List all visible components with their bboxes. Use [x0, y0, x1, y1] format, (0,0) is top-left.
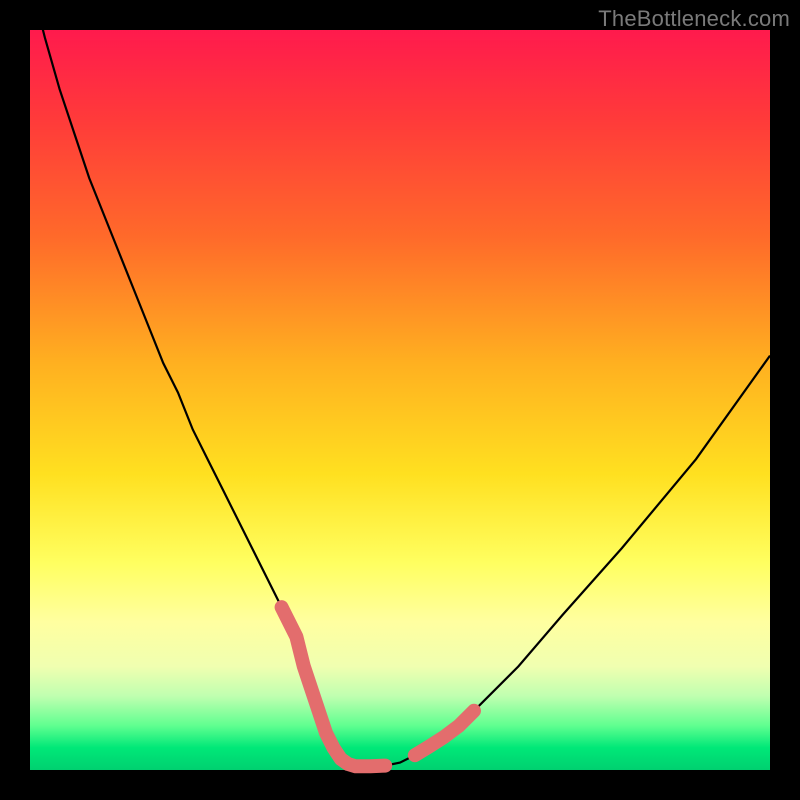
curve-layer — [30, 30, 770, 770]
plot-area — [30, 30, 770, 770]
highlight-segment-right — [415, 711, 474, 755]
chart-frame: TheBottleneck.com — [0, 0, 800, 800]
watermark-text: TheBottleneck.com — [598, 6, 790, 32]
highlight-segment-left — [282, 607, 386, 766]
bottleneck-curve-line — [30, 0, 770, 766]
